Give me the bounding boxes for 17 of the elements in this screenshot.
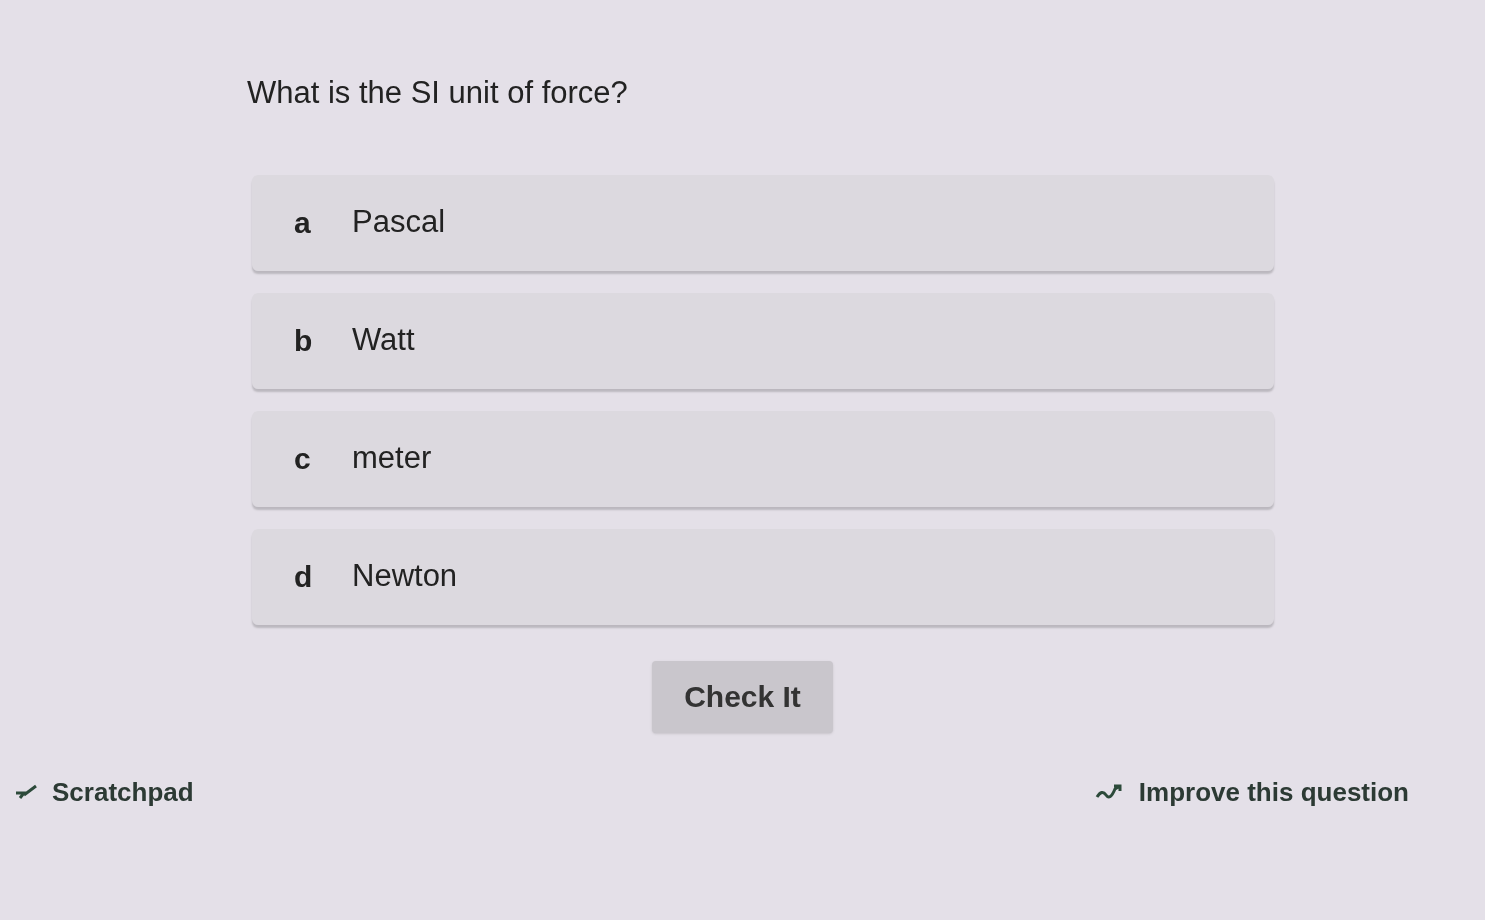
trend-icon [1094, 783, 1123, 801]
choice-label: meter [352, 439, 432, 478]
choice-label: Watt [352, 321, 415, 360]
choice-label: Pascal [352, 203, 446, 242]
answer-choice[interactable]: b Watt [252, 292, 1274, 389]
choice-letter: c [293, 441, 312, 477]
scratchpad-link[interactable]: Scratchpad [14, 772, 194, 812]
answer-choice[interactable]: c meter [252, 410, 1274, 507]
choice-letter: d [293, 559, 314, 595]
improve-question-link[interactable]: Improve this question [1094, 772, 1409, 812]
answer-choice[interactable]: d Newton [252, 528, 1274, 625]
choice-label: Newton [352, 557, 458, 596]
choice-letter: a [293, 205, 312, 241]
choice-letter: b [293, 323, 314, 359]
question-text: What is the SI unit of force? [247, 74, 628, 112]
check-button[interactable]: Check It [652, 660, 833, 733]
answer-choice[interactable]: a Pascal [252, 174, 1274, 271]
